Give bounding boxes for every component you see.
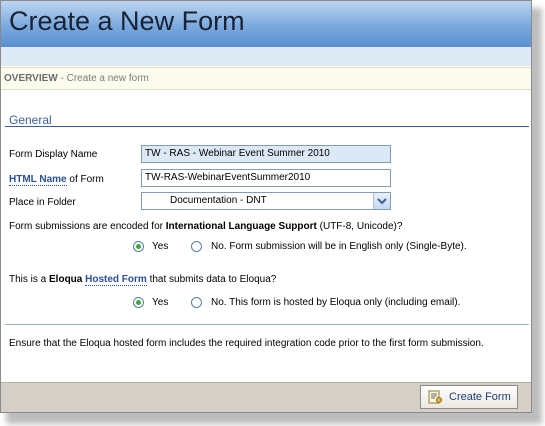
hosted-question-bold: Eloqua [49,274,83,285]
title-band [1,47,531,66]
create-form-button[interactable]: Create Form [420,385,518,409]
encoding-no-label: No. Form submission will be in English o… [211,241,467,252]
overview-prefix: OVERVIEW [4,73,58,84]
hosted-no-label: No. This form is hosted by Eloqua only (… [211,297,461,308]
html-name-link[interactable]: HTML Name [9,174,67,186]
section-heading-general: General [9,113,52,127]
encoding-question-prefix: Form submissions are encoded for [9,221,166,232]
hosted-form-link[interactable]: Hosted Form [85,274,147,286]
html-name-label: HTML Name of Form [9,174,104,186]
encoding-no-radio[interactable] [191,241,202,252]
folder-label: Place in Folder [9,197,76,208]
folder-select-value: Documentation - DNT [170,195,267,206]
hosted-question-suffix: that submits data to Eloqua? [146,274,277,285]
hosted-no-radio[interactable] [191,297,202,308]
hosted-question: This is a Eloqua Hosted Form that submit… [9,274,277,286]
display-name-field[interactable]: TW - RAS - Webinar Event Summer 2010 [141,145,391,163]
encoding-question-suffix: (UTF-8, Unicode)? [316,221,403,232]
encoding-yes-radio[interactable] [133,241,144,252]
hosted-yes-label: Yes [152,297,169,308]
title-bar: Create a New Form [1,1,531,47]
html-name-field[interactable]: TW-RAS-WebinarEventSummer2010 [141,169,391,187]
encoding-question-bold: International Language Support [165,221,317,232]
chevron-down-icon[interactable] [373,193,390,209]
overview-text: Create a new form [66,73,149,84]
notice-divider [5,324,529,325]
hosted-question-prefix: This is a [9,274,50,285]
hosted-yes-radio[interactable] [133,297,144,308]
section-divider [5,126,529,127]
create-form-icon [428,390,442,404]
overview-bar: OVERVIEW - Create a new form [1,67,531,90]
folder-select[interactable]: Documentation - DNT [141,192,391,210]
create-form-label: Create Form [449,391,511,403]
encoding-question: Form submissions are encoded for Interna… [9,221,402,232]
html-name-suffix: of Form [66,174,104,185]
create-form-dialog: Create a New Form OVERVIEW - Create a ne… [0,0,532,413]
page-title: Create a New Form [9,6,245,36]
overview-separator: - [57,73,67,84]
integration-notice: Ensure that the Eloqua hosted form inclu… [9,338,484,349]
display-name-label: Form Display Name [9,149,98,160]
encoding-yes-label: Yes [152,241,169,252]
